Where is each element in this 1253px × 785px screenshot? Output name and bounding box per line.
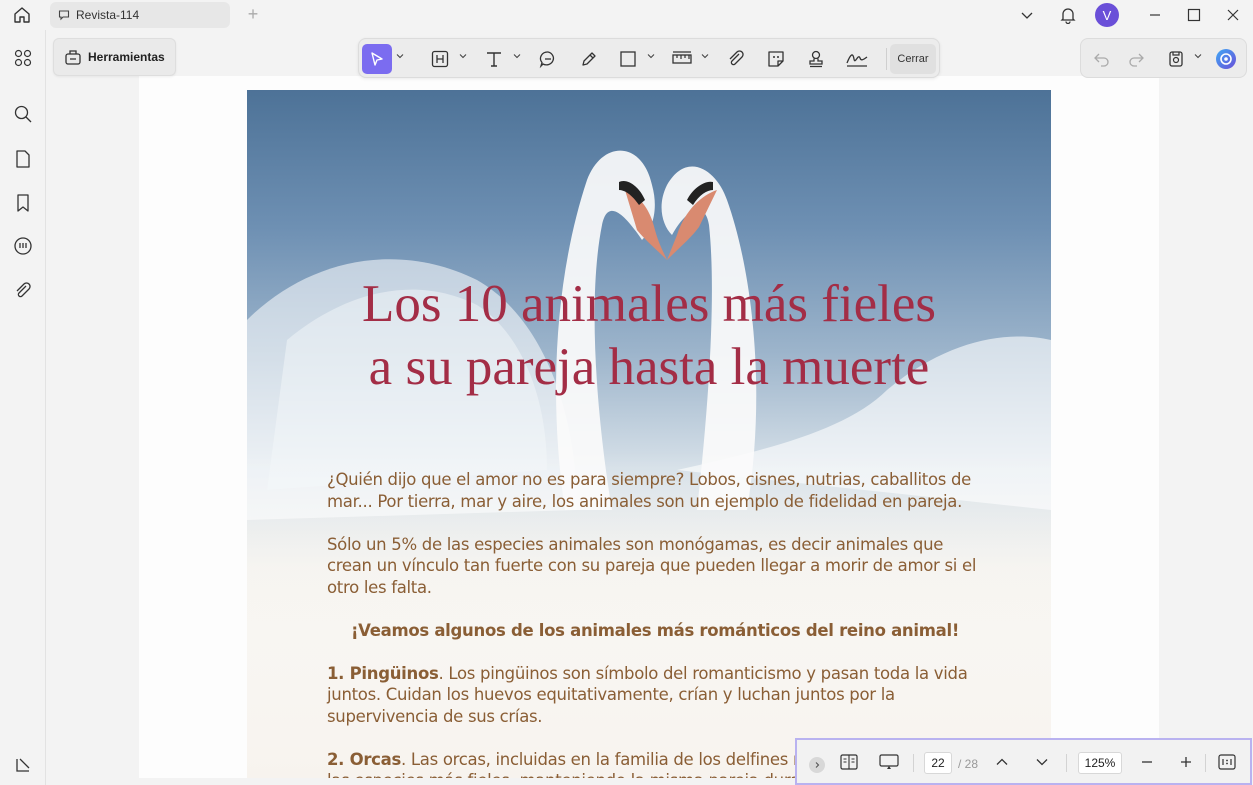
chevron-down-icon[interactable] (513, 52, 521, 60)
tools-label: Herramientas (88, 50, 165, 64)
item-title: 1. Pingüinos (327, 663, 439, 683)
close-toolbar-button[interactable]: Cerrar (890, 44, 936, 74)
sticker-tool-button[interactable] (763, 44, 789, 74)
attachment-icon[interactable] (11, 279, 35, 303)
chevron-down-icon[interactable] (1017, 0, 1037, 30)
select-tool-button[interactable] (362, 44, 392, 74)
toolbar-divider (886, 48, 887, 70)
page-navigation-bar: 22 / 28 125% (795, 738, 1252, 785)
annotation-toolbar: Cerrar (358, 38, 940, 78)
previous-page-icon[interactable] (991, 748, 1013, 776)
actual-size-icon[interactable] (1214, 748, 1240, 776)
shape-tool-button[interactable] (615, 44, 641, 74)
left-rail (0, 30, 46, 785)
list-item-penguins: 1. Pingüinos. Los pingüinos son símbolo … (327, 663, 983, 728)
divider (1066, 754, 1067, 772)
title-bar: Revista-114 + V (0, 0, 1253, 30)
divider (913, 754, 914, 772)
maximize-icon[interactable] (1183, 0, 1205, 30)
text-tool-button[interactable] (481, 44, 507, 74)
monogamy-paragraph: Sólo un 5% de las especies animales son … (327, 534, 977, 597)
comment-tool-button[interactable] (535, 44, 561, 74)
title-line-1: Los 10 animales más fieles (361, 275, 937, 333)
redo-icon[interactable] (1123, 44, 1149, 74)
save-icon[interactable] (1163, 44, 1189, 74)
page-layout-icon[interactable] (837, 748, 861, 776)
comment-icon (58, 9, 70, 21)
document-tab[interactable]: Revista-114 (50, 2, 230, 28)
home-icon[interactable] (10, 4, 34, 26)
measure-tool-button[interactable] (669, 44, 695, 74)
signature-tool-button[interactable] (843, 44, 871, 74)
stamp-tool-button[interactable] (803, 44, 829, 74)
undo-icon[interactable] (1089, 44, 1115, 74)
zoom-in-icon[interactable] (1175, 748, 1197, 776)
document-page: Los 10 animales más fieles a su pareja h… (247, 90, 1051, 778)
ai-assistant-icon[interactable] (1212, 44, 1240, 74)
user-avatar[interactable]: V (1095, 3, 1119, 27)
left-gutter (47, 30, 139, 778)
document-title: Los 10 animales más fieles a su pareja h… (247, 273, 1051, 399)
item-title: 2. Orcas (327, 749, 401, 769)
notification-bell-icon[interactable] (1056, 0, 1080, 30)
right-gutter (1159, 30, 1253, 778)
zoom-level-input[interactable]: 125% (1078, 752, 1122, 774)
layers-icon[interactable] (11, 753, 35, 777)
tools-button[interactable]: Herramientas (53, 38, 176, 76)
total-pages-label: / 28 (958, 757, 979, 771)
chevron-down-icon[interactable] (396, 52, 404, 60)
toolbox-icon (64, 48, 82, 66)
new-tab-button[interactable]: + (244, 5, 262, 23)
title-line-2: a su pareja hasta la muerte (368, 338, 930, 396)
divider (1205, 754, 1206, 772)
section-subheading: ¡Veamos algunos de los animales más romá… (350, 620, 960, 640)
pencil-tool-button[interactable] (576, 44, 602, 74)
chevron-down-icon[interactable] (701, 52, 709, 60)
apps-grid-icon[interactable] (11, 46, 35, 70)
search-icon[interactable] (11, 102, 35, 126)
zoom-out-icon[interactable] (1136, 748, 1158, 776)
minimize-icon[interactable] (1144, 0, 1166, 30)
chevron-down-icon[interactable] (459, 52, 467, 60)
tab-title: Revista-114 (76, 8, 140, 22)
presentation-icon[interactable] (876, 748, 902, 776)
document-body: ¿Quién dijo que el amor no es para siemp… (327, 469, 983, 778)
chevron-down-icon[interactable] (1194, 52, 1202, 60)
comments-icon[interactable] (11, 234, 35, 258)
history-toolbar (1080, 38, 1247, 78)
collapse-bar-button[interactable] (809, 757, 825, 773)
intro-paragraph: ¿Quién dijo que el amor no es para siemp… (327, 470, 972, 511)
next-page-icon[interactable] (1031, 748, 1053, 776)
chevron-down-icon[interactable] (647, 52, 655, 60)
bookmark-icon[interactable] (11, 191, 35, 215)
close-window-icon[interactable] (1222, 0, 1244, 30)
attach-tool-button[interactable] (723, 44, 749, 74)
highlight-tool-button[interactable] (427, 44, 453, 74)
current-page-input[interactable]: 22 (924, 752, 952, 774)
pages-icon[interactable] (11, 147, 35, 171)
